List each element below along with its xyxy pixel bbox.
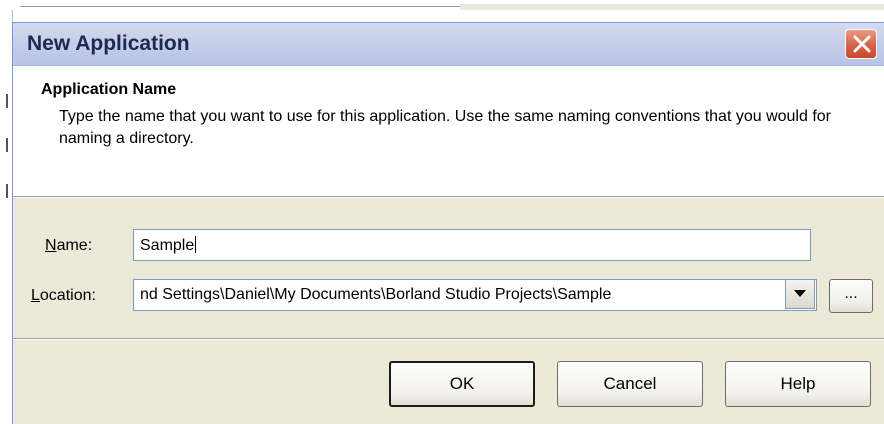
section-description: Type the name that you want to use for t… (59, 108, 831, 147)
location-label: Location: (31, 287, 96, 304)
title-bar[interactable]: New Application (13, 23, 884, 66)
section-title: Application Name (41, 81, 177, 98)
name-input[interactable]: Sample (133, 229, 811, 261)
help-button[interactable]: Help (725, 361, 871, 407)
header-panel: Application Name Type the name that you … (13, 66, 884, 197)
location-combobox[interactable]: nd Settings\Daniel\My Documents\Borland … (133, 279, 817, 311)
browse-button[interactable]: ... (829, 279, 873, 313)
location-dropdown-button[interactable] (785, 279, 815, 309)
close-icon (853, 35, 871, 53)
window-title: New Application (27, 32, 190, 55)
close-button[interactable] (845, 29, 877, 59)
new-application-dialog: New Application Application Name Type th… (12, 22, 884, 424)
cancel-button[interactable]: Cancel (557, 361, 703, 407)
name-label: Name: (45, 237, 93, 254)
screen: New Application Application Name Type th… (0, 0, 884, 424)
background-window-top (0, 0, 884, 10)
ok-button[interactable]: OK (389, 361, 535, 407)
text-caret (195, 236, 197, 253)
dropdown-arrow-icon (794, 290, 806, 297)
